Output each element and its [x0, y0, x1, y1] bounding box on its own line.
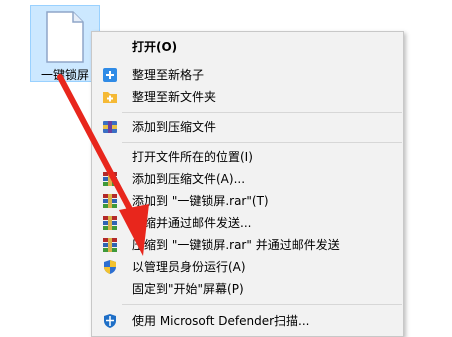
menu-item-label: 使用 Microsoft Defender扫描...: [132, 314, 310, 328]
uac-shield-icon: [104, 260, 116, 274]
folder-plus-icon: [103, 92, 117, 103]
menu-item-compress-and-email[interactable]: 压缩并通过邮件发送...: [92, 212, 403, 234]
menu-item-label: 添加到压缩文件(A)...: [132, 172, 246, 186]
menu-item-defender-scan[interactable]: 使用 Microsoft Defender扫描...: [92, 310, 403, 332]
winrar-archive-icon: [103, 172, 117, 186]
menu-item-organize-new-folder[interactable]: 整理至新文件夹: [92, 86, 403, 108]
menu-item-open[interactable]: 打开(O): [92, 36, 403, 58]
menu-item-label: 固定到"开始"屏幕(P): [132, 282, 244, 296]
menu-item-label: 压缩到 "一键锁屏.rar" 并通过邮件发送: [132, 238, 340, 252]
menu-separator: [122, 142, 402, 143]
menu-item-label: 打开(O): [132, 40, 178, 54]
menu-item-add-to-archive-a[interactable]: 添加到压缩文件(A)...: [92, 168, 403, 190]
menu-item-label: 整理至新格子: [132, 68, 205, 82]
fences-plus-icon: [103, 68, 117, 82]
menu-item-organize-new-fence[interactable]: 整理至新格子: [92, 64, 403, 86]
menu-item-compress-rar-and-email[interactable]: 压缩到 "一键锁屏.rar" 并通过邮件发送: [92, 234, 403, 256]
menu-item-label: 打开文件所在的位置(I): [132, 150, 253, 164]
blank-file-icon: [46, 11, 84, 63]
menu-item-label: 添加到 "一键锁屏.rar"(T): [132, 194, 269, 208]
context-menu: 打开(O) 整理至新格子 整理至新文件夹 添加到压缩文件 打开文件所在的位置(I…: [91, 31, 404, 337]
menu-item-open-file-location[interactable]: 打开文件所在的位置(I): [92, 146, 403, 168]
desktop-file-shortcut[interactable]: 一键锁屏: [30, 5, 100, 82]
menu-item-pin-to-start[interactable]: 固定到"开始"屏幕(P): [92, 278, 403, 300]
menu-separator: [122, 112, 402, 113]
menu-item-label: 以管理员身份运行(A): [132, 260, 246, 274]
winrar-icon: [103, 121, 117, 133]
menu-item-add-to-archive[interactable]: 添加到压缩文件: [92, 116, 403, 138]
winrar-archive-icon: [103, 194, 117, 208]
winrar-archive-icon: [103, 238, 117, 252]
menu-separator: [122, 304, 402, 305]
menu-item-label: 添加到压缩文件: [132, 120, 217, 134]
menu-item-run-as-admin[interactable]: 以管理员身份运行(A): [92, 256, 403, 278]
desktop-file-label: 一键锁屏: [40, 68, 89, 82]
defender-icon: [104, 314, 116, 328]
menu-item-label: 压缩并通过邮件发送...: [132, 216, 252, 230]
menu-item-label: 整理至新文件夹: [132, 90, 217, 104]
menu-item-add-to-rar[interactable]: 添加到 "一键锁屏.rar"(T): [92, 190, 403, 212]
winrar-archive-icon: [103, 216, 117, 230]
